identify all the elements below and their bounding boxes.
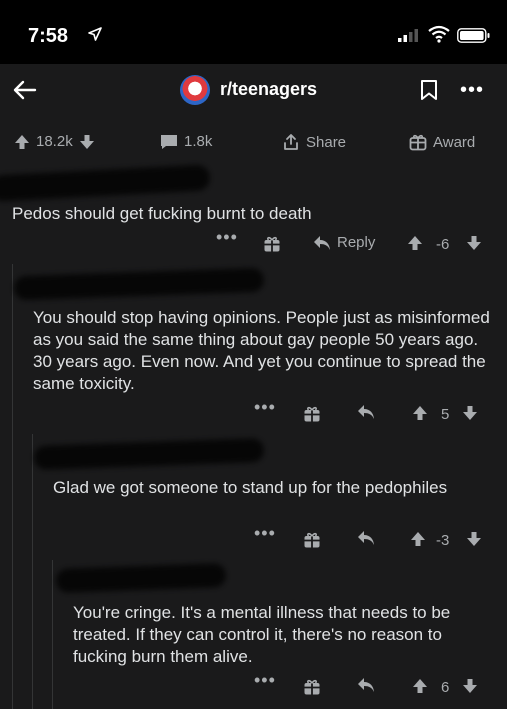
gift-icon (409, 134, 427, 151)
comment-score: -3 (436, 532, 450, 549)
gift-icon[interactable] (303, 531, 321, 549)
comment-bubble-icon (161, 134, 177, 149)
redacted-username (33, 437, 265, 471)
comment-score: 6 (441, 679, 450, 696)
reply-arrow-icon[interactable] (357, 404, 375, 420)
comment-body: You're cringe. It's a mental illness tha… (73, 603, 451, 666)
award-button[interactable]: Award (409, 133, 475, 151)
share-button[interactable]: Share (282, 133, 346, 151)
gift-icon[interactable] (263, 235, 281, 253)
comment-body: You should stop having opinions. People … (33, 308, 490, 393)
more-options-icon[interactable]: ••• (254, 523, 276, 544)
app-header: r/teenagers ••• (0, 64, 507, 116)
comment-body: Pedos should get fucking burnt to death (12, 204, 312, 223)
comment-score: -6 (436, 236, 450, 253)
more-options-icon[interactable]: ••• (216, 227, 238, 248)
comment-score: 5 (441, 406, 450, 423)
share-icon (284, 134, 298, 150)
upvote-icon[interactable] (407, 235, 423, 251)
gift-icon[interactable] (303, 678, 321, 696)
thread-line (12, 264, 13, 709)
reply-arrow-icon[interactable] (357, 530, 375, 546)
battery-icon (457, 28, 490, 43)
comment-body: Glad we got someone to stand up for the … (53, 478, 448, 497)
more-options-icon[interactable]: ••• (460, 79, 484, 102)
upvote-icon[interactable] (412, 678, 428, 694)
upvote-count: 18.2k (36, 133, 73, 150)
more-options-icon[interactable]: ••• (254, 670, 276, 691)
downvote-icon[interactable] (466, 235, 482, 251)
comment-actions: ••• -3 (0, 523, 507, 553)
reply-arrow-icon (314, 235, 330, 250)
reply-button[interactable]: Reply (313, 234, 375, 251)
comment-actions: ••• 6 (0, 670, 507, 700)
share-label: Share (306, 133, 347, 151)
subreddit-name[interactable]: r/teenagers (220, 79, 317, 100)
wifi-icon (428, 25, 450, 43)
downvote-icon[interactable] (466, 531, 482, 547)
upvote-icon[interactable] (14, 134, 30, 150)
upvote-icon[interactable] (410, 531, 426, 547)
reply-label: Reply (337, 234, 376, 251)
downvote-icon[interactable] (462, 678, 478, 694)
vote-group: 18.2k (14, 133, 95, 150)
upvote-icon[interactable] (412, 405, 428, 421)
subreddit-avatar[interactable] (180, 75, 210, 105)
post-action-bar: 18.2k 1.8k Share Award (0, 126, 507, 160)
location-arrow-icon (88, 27, 102, 41)
reply-arrow-icon[interactable] (357, 677, 375, 693)
bookmark-icon[interactable] (420, 79, 438, 101)
redacted-username (0, 164, 211, 202)
award-label: Award (433, 133, 476, 151)
clock: 7:58 (28, 25, 69, 47)
downvote-icon[interactable] (79, 134, 95, 150)
downvote-icon[interactable] (462, 405, 478, 421)
cell-signal-icon (398, 29, 418, 42)
back-arrow-icon[interactable] (12, 77, 38, 103)
status-bar: 7:58 (0, 0, 507, 64)
comments-button[interactable]: 1.8k (160, 133, 212, 150)
more-options-icon[interactable]: ••• (254, 397, 276, 418)
comment-actions: ••• Reply -6 (0, 227, 507, 257)
comment-actions: ••• 5 (0, 397, 507, 427)
thread-line (32, 434, 33, 709)
gift-icon[interactable] (303, 405, 321, 423)
redacted-username (13, 267, 265, 301)
redacted-username (55, 563, 227, 593)
comment-count: 1.8k (184, 133, 213, 150)
